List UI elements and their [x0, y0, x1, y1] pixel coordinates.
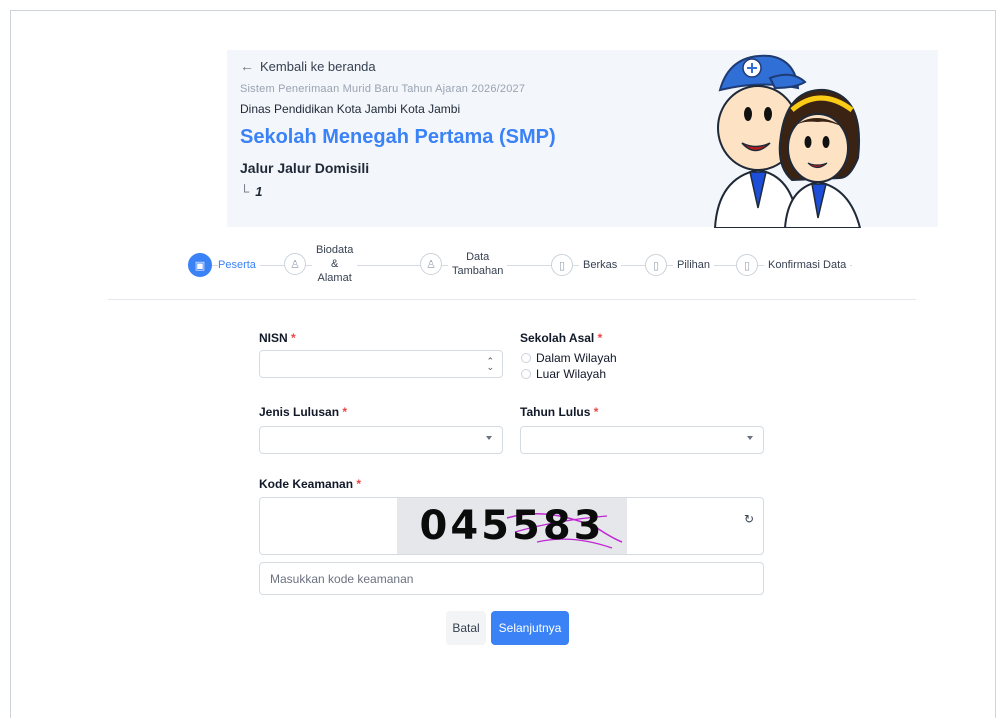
section-divider	[108, 299, 916, 300]
user-icon: ♙	[284, 253, 306, 275]
step-peserta[interactable]: ▣ Peserta	[188, 253, 260, 277]
sekolah-asal-label-text: Sekolah Asal	[520, 331, 595, 345]
nisn-label-text: NISN	[259, 331, 288, 345]
radio-button[interactable]	[521, 353, 531, 363]
required-marker: *	[342, 405, 348, 419]
step-label: Pilihan	[673, 259, 715, 271]
step-label: Peserta	[218, 259, 260, 271]
step-biodata-alamat[interactable]: ♙ Biodata & Alamat	[284, 243, 358, 285]
tahun-lulus-label-text: Tahun Lulus	[520, 405, 591, 419]
sub-route-number: 1	[255, 184, 263, 199]
step-label-line: Data	[466, 251, 490, 263]
chevron-down-icon	[747, 436, 753, 440]
captcha-code: 045583	[419, 503, 605, 549]
sekolah-asal-label: Sekolah Asal *	[520, 331, 602, 345]
step-label-line: Alamat	[317, 272, 352, 284]
next-button[interactable]: Selanjutnya	[491, 611, 569, 645]
security-code-input[interactable]	[259, 562, 764, 595]
nisn-label: NISN *	[259, 331, 296, 345]
step-label-line: Tambahan	[452, 265, 504, 277]
required-marker: *	[356, 477, 362, 491]
refresh-captcha-icon[interactable]: ↻	[744, 512, 754, 526]
admission-period: Sistem Penerimaan Murid Baru Tahun Ajara…	[240, 83, 526, 95]
nisn-input[interactable]: ⌃ ⌄	[259, 350, 503, 378]
jenis-lulusan-label: Jenis Lulusan *	[259, 405, 347, 419]
jenis-lulusan-label-text: Jenis Lulusan	[259, 405, 340, 419]
radio-label: Dalam Wilayah	[536, 351, 617, 365]
jenis-lulusan-select[interactable]	[259, 426, 503, 454]
required-marker: *	[291, 331, 296, 345]
kode-keamanan-label-text: Kode Keamanan	[259, 477, 354, 491]
required-marker: *	[597, 331, 603, 345]
required-marker: *	[593, 405, 599, 419]
tahun-lulus-select[interactable]	[520, 426, 764, 454]
step-label: Data Tambahan	[448, 250, 508, 278]
badge-icon: ▣	[188, 253, 212, 277]
step-label: Biodata & Alamat	[312, 243, 358, 285]
chevron-down-icon	[486, 436, 492, 440]
page-title: Sekolah Menegah Pertama (SMP)	[240, 126, 556, 148]
step-data-tambahan[interactable]: ♙ Data Tambahan	[420, 250, 508, 278]
radio-button[interactable]	[521, 369, 531, 379]
sub-route: └ 1	[240, 184, 262, 199]
student-mascot-illustration	[713, 54, 862, 228]
step-label-line: Biodata	[316, 244, 354, 256]
step-label-line: &	[330, 258, 339, 270]
arrow-left-icon: ←	[240, 58, 254, 74]
file-icon: ▯	[551, 254, 573, 276]
user-icon: ♙	[420, 253, 442, 275]
cancel-button[interactable]: Batal	[446, 611, 486, 645]
route-title: Jalur Jalur Domisili	[240, 160, 370, 176]
radio-label: Luar Wilayah	[536, 367, 607, 381]
agency-name: Dinas Pendidikan Kota Jambi Kota Jambi	[240, 102, 461, 116]
file-icon: ▯	[736, 254, 758, 276]
kode-keamanan-label: Kode Keamanan *	[259, 477, 361, 491]
captcha-image: 045583	[397, 498, 627, 554]
step-konfirmasi-data[interactable]: ▯ Konfirmasi Data	[736, 254, 851, 276]
number-stepper-icon[interactable]: ⌃ ⌄	[486, 357, 494, 372]
back-to-home-link[interactable]: ← Kembali ke beranda	[240, 58, 376, 74]
tahun-lulus-label: Tahun Lulus *	[520, 405, 598, 419]
radio-dalam-wilayah[interactable]: Dalam Wilayah	[521, 351, 617, 365]
step-pilihan[interactable]: ▯ Pilihan	[645, 254, 715, 276]
back-link-label: Kembali ke beranda	[260, 58, 376, 74]
corner-arrow-icon: └	[240, 184, 250, 199]
step-label: Berkas	[579, 259, 622, 271]
step-label: Konfirmasi Data	[764, 259, 851, 271]
file-icon: ▯	[645, 254, 667, 276]
radio-luar-wilayah[interactable]: Luar Wilayah	[521, 367, 606, 381]
step-berkas[interactable]: ▯ Berkas	[551, 254, 622, 276]
